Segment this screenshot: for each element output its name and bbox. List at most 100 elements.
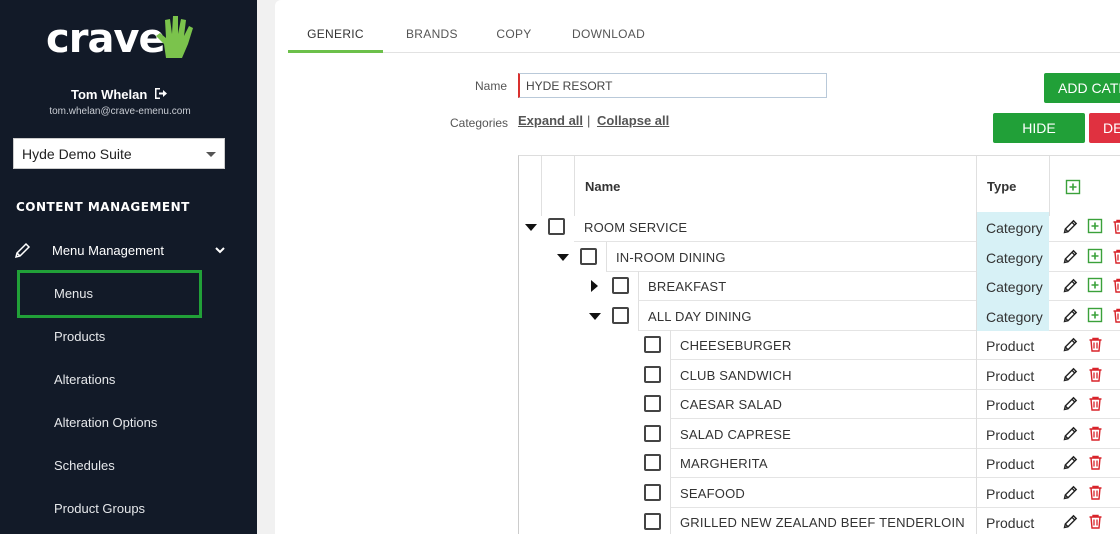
link-separator: |: [587, 113, 591, 128]
edit-pencil-icon[interactable]: [1062, 277, 1079, 294]
tree-row[interactable]: BREAKFAST Category: [519, 271, 1120, 301]
name-input[interactable]: [518, 73, 827, 98]
delete-trash-icon[interactable]: [1111, 248, 1120, 265]
suite-select[interactable]: Hyde Demo Suite: [13, 138, 225, 169]
tree-row[interactable]: ALL DAY DINING Category: [519, 300, 1120, 331]
delete-trash-icon[interactable]: [1087, 454, 1104, 471]
sidebar-item-product-groups[interactable]: Product Groups: [54, 501, 145, 516]
row-checkbox[interactable]: [548, 218, 565, 235]
row-checkbox[interactable]: [612, 306, 629, 324]
sidebar-item-alterations[interactable]: Alterations: [54, 372, 115, 387]
logout-icon[interactable]: [154, 87, 168, 100]
row-checkbox[interactable]: [644, 454, 661, 471]
add-child-icon[interactable]: [1087, 218, 1104, 235]
crave-logo[interactable]: crave: [46, 14, 196, 64]
menus-highlight-box: [17, 270, 202, 318]
hide-button[interactable]: HIDE: [993, 113, 1085, 143]
row-checkbox[interactable]: [644, 336, 661, 353]
row-name: IN-ROOM DINING: [616, 249, 726, 265]
edit-pencil-icon[interactable]: [1062, 484, 1079, 501]
row-type: Category: [976, 212, 1049, 242]
tree-row[interactable]: ROOM SERVICE Category: [519, 212, 1120, 242]
delete-trash-icon[interactable]: [1087, 425, 1104, 442]
collapse-caret-icon[interactable]: [557, 253, 569, 261]
edit-pencil-icon[interactable]: [1062, 336, 1079, 353]
column-divider: [976, 156, 977, 216]
tree-row[interactable]: SEAFOOD Product: [519, 477, 1120, 508]
row-name: BREAKFAST: [648, 279, 727, 294]
expand-all-link[interactable]: Expand all: [518, 113, 583, 128]
edit-pencil-icon[interactable]: [1062, 513, 1079, 530]
row-name: CAESAR SALAD: [680, 397, 783, 412]
row-type: Category: [976, 241, 1049, 272]
categories-label: Categories: [450, 116, 509, 130]
collapse-caret-icon[interactable]: [589, 312, 601, 320]
tab-generic[interactable]: GENERIC: [288, 27, 383, 53]
tree-row[interactable]: IN-ROOM DINING Category: [519, 241, 1120, 272]
name-column-header[interactable]: Name: [585, 179, 620, 194]
row-checkbox[interactable]: [644, 424, 661, 442]
column-divider: [574, 156, 575, 216]
edit-pencil-icon[interactable]: [1062, 248, 1079, 265]
collapse-caret-icon[interactable]: [525, 224, 537, 231]
row-type: Product: [976, 507, 1049, 534]
edit-pencil-icon[interactable]: [1062, 454, 1079, 471]
row-checkbox[interactable]: [644, 395, 661, 412]
row-name: ROOM SERVICE: [584, 220, 688, 235]
delete-trash-icon[interactable]: [1087, 395, 1104, 412]
sidebar: crave Tom Whelan tom.whelan@crave-emenu.…: [0, 0, 257, 534]
row-checkbox[interactable]: [644, 513, 661, 530]
row-name: CHEESEBURGER: [680, 338, 792, 353]
tab-brands[interactable]: BRANDS: [406, 27, 458, 53]
tab-download[interactable]: DOWNLOAD: [572, 27, 645, 53]
delete-trash-icon[interactable]: [1087, 366, 1104, 383]
delete-trash-icon[interactable]: [1087, 336, 1104, 353]
edit-pencil-icon[interactable]: [1062, 218, 1079, 235]
delete-button[interactable]: DE: [1089, 113, 1120, 143]
sidebar-item-schedules[interactable]: Schedules: [54, 458, 115, 473]
tab-copy[interactable]: COPY: [496, 27, 532, 53]
add-child-icon[interactable]: [1087, 307, 1104, 324]
tree-row[interactable]: CLUB SANDWICH Product: [519, 359, 1120, 390]
add-child-icon[interactable]: [1087, 248, 1104, 265]
tree-row[interactable]: GRILLED NEW ZEALAND BEEF TENDERLOIN Produ…: [519, 507, 1120, 534]
edit-pencil-icon[interactable]: [1062, 395, 1079, 412]
row-type: Product: [976, 389, 1049, 419]
row-checkbox[interactable]: [644, 365, 661, 383]
add-child-icon[interactable]: [1087, 277, 1104, 294]
tree-row[interactable]: CHEESEBURGER Product: [519, 330, 1120, 360]
row-type: Product: [976, 418, 1049, 449]
row-checkbox[interactable]: [580, 247, 597, 265]
delete-trash-icon[interactable]: [1087, 513, 1104, 530]
logo-text: crave: [46, 16, 166, 62]
menu-management-label: Menu Management: [52, 243, 165, 258]
sidebar-item-products[interactable]: Products: [54, 329, 105, 344]
main-panel: GENERIC BRANDS COPY DOWNLOAD Name Catego…: [275, 0, 1120, 534]
row-checkbox[interactable]: [612, 277, 629, 294]
collapse-all-link[interactable]: Collapse all: [597, 113, 669, 128]
edit-pencil-icon[interactable]: [1062, 425, 1079, 442]
delete-trash-icon[interactable]: [1111, 307, 1120, 324]
add-root-icon[interactable]: [1065, 179, 1082, 196]
edit-pencil-icon[interactable]: [1062, 307, 1079, 324]
caret-down-icon: [206, 152, 216, 157]
row-checkbox[interactable]: [644, 483, 661, 501]
category-tree-table: Name Type ROOM SERVICE Category IN-ROOM DI…: [518, 155, 1120, 534]
menu-management-toggle[interactable]: Menu Management: [14, 240, 229, 262]
delete-trash-icon[interactable]: [1087, 484, 1104, 501]
tree-row[interactable]: MARGHERITA Product: [519, 448, 1120, 478]
type-column-header[interactable]: Type: [987, 179, 1016, 194]
tree-row[interactable]: CAESAR SALAD Product: [519, 389, 1120, 419]
row-type: Category: [976, 271, 1049, 301]
row-name: MARGHERITA: [680, 456, 768, 471]
add-category-button[interactable]: ADD CATE: [1044, 73, 1120, 103]
expand-caret-icon[interactable]: [591, 280, 598, 292]
hand-icon: [156, 16, 193, 58]
edit-pencil-icon[interactable]: [1062, 366, 1079, 383]
row-name: GRILLED NEW ZEALAND BEEF TENDERLOIN: [680, 515, 965, 530]
delete-trash-icon[interactable]: [1111, 218, 1120, 235]
column-divider: [541, 156, 542, 216]
delete-trash-icon[interactable]: [1111, 277, 1120, 294]
tree-row[interactable]: SALAD CAPRESE Product: [519, 418, 1120, 449]
sidebar-item-alteration-options[interactable]: Alteration Options: [54, 415, 157, 430]
